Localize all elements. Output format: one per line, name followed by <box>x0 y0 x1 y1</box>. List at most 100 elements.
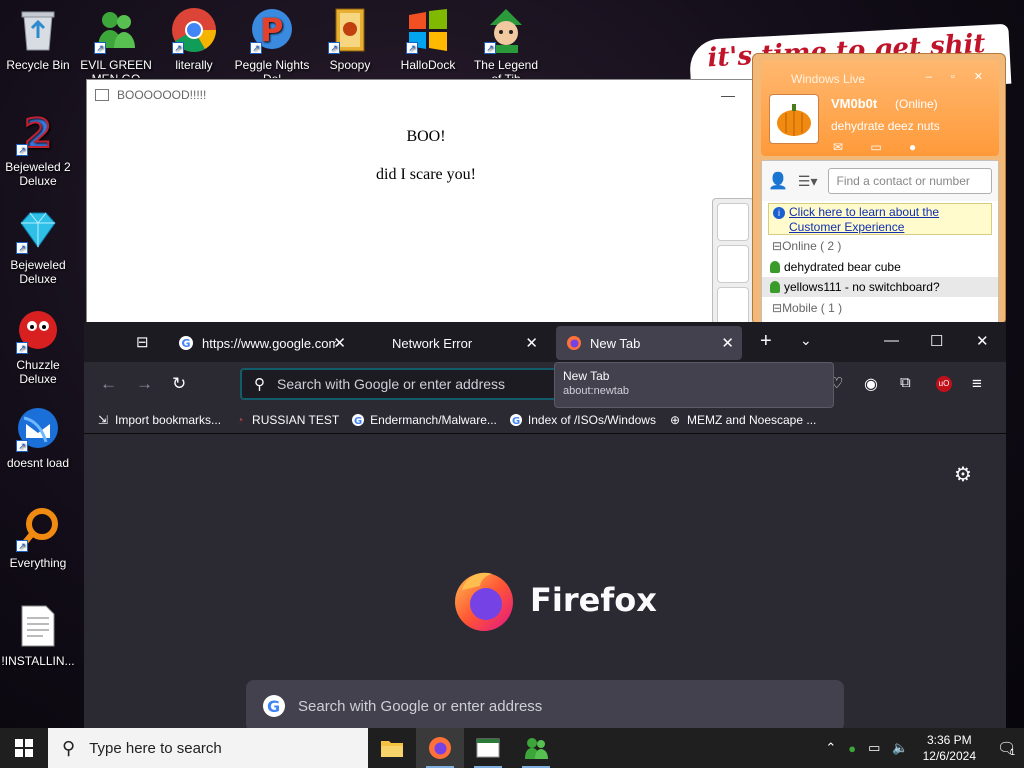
status-badge[interactable]: (Online) <box>895 97 938 111</box>
firefox-window[interactable]: ⊟ G https://www.google.com ✕ Network Err… <box>84 322 1006 728</box>
messenger-window[interactable]: Windows Live – ▫ ✕ VM0b0t (Online) dehyd… <box>752 53 1006 325</box>
bookmark-item[interactable]: ◔ RUSSIAN TEST <box>233 413 339 427</box>
tooltip-title: New Tab <box>563 369 610 383</box>
desktop-icon-legend[interactable]: ↗ The Legend of Tib <box>468 6 544 78</box>
notification-center-button[interactable]: 🗨 1 <box>988 739 1024 757</box>
boo-window-titlebar[interactable]: BOOOOOOD!!!!! — <box>87 80 765 110</box>
desktop-icon-peggle[interactable]: P ↗ Peggle Nights Del <box>234 6 310 78</box>
desktop-icon-bejeweled-2[interactable]: 2 ↗ Bejeweled 2 Deluxe <box>0 108 76 188</box>
desktop-icon-hallodock[interactable]: ↗ HalloDock <box>390 6 466 72</box>
shortcut-arrow-icon: ↗ <box>250 42 262 54</box>
taskbar-file-explorer[interactable] <box>368 728 416 768</box>
messenger-tray-icon[interactable]: ● <box>848 741 856 756</box>
messenger-window-controls[interactable]: – ▫ ✕ <box>926 70 991 83</box>
boo-window[interactable]: BOOOOOOD!!!!! — BOO! did I scare you! <box>86 79 766 329</box>
legend-character-icon: ↗ <box>482 6 530 54</box>
maximize-button[interactable]: ☐ <box>930 332 943 350</box>
find-contact-input[interactable]: Find a contact or number <box>827 168 992 194</box>
bookmark-item[interactable]: ⊕ MEMZ and Noescape ... <box>668 413 816 427</box>
messenger-people-icon: ↗ <box>92 6 140 54</box>
customer-experience-link[interactable]: i Click here to learn about the Customer… <box>768 203 992 235</box>
tab-network-error[interactable]: Network Error ✕ <box>360 326 546 360</box>
minimize-button[interactable]: — <box>721 87 735 103</box>
shortcut-arrow-icon: ↗ <box>406 42 418 54</box>
window-app-icon <box>476 738 500 758</box>
google-icon: G <box>351 413 365 427</box>
desktop-icon-label: !INSTALLIN... <box>1 654 75 668</box>
newtab-search-box[interactable]: G <box>246 680 844 728</box>
chuzzle-icon: ↗ <box>14 306 62 354</box>
bookmark-item[interactable]: ⇲ Import bookmarks... <box>96 413 221 427</box>
tab-title: Network Error <box>392 335 473 351</box>
desktop-icon-installing[interactable]: !INSTALLIN... <box>0 602 76 668</box>
firefox-icon <box>455 572 513 631</box>
tab-groups-icon[interactable]: ⊟ <box>136 333 149 351</box>
account-icon[interactable]: ◉ <box>864 374 878 394</box>
clock[interactable]: 3:36 PM 12/6/2024 <box>923 732 976 764</box>
start-button[interactable] <box>0 728 48 768</box>
reload-button[interactable]: ↻ <box>172 374 186 394</box>
sidebar-contact-icon[interactable] <box>717 203 749 241</box>
desktop-icon-chuzzle[interactable]: ↗ Chuzzle Deluxe <box>0 306 76 386</box>
everything-search-icon: ↗ <box>14 504 62 552</box>
taskbar-search[interactable]: ⚲ Type here to search <box>48 728 368 768</box>
menu-icon[interactable]: ≡ <box>972 374 982 394</box>
taskbar-firefox[interactable] <box>416 728 464 768</box>
forward-button[interactable]: → <box>136 374 153 394</box>
ublock-origin-icon[interactable]: uO <box>936 376 952 392</box>
list-options-icon[interactable]: ☰▾ <box>798 173 818 190</box>
tab-title: https://www.google.com <box>202 335 336 351</box>
desktop-icon-label: Bejeweled 2 Deluxe <box>5 160 71 188</box>
bookmark-item[interactable]: G Endermanch/Malware... <box>351 413 497 427</box>
network-icon[interactable]: ▭ <box>868 740 880 756</box>
desktop-icon-label: HalloDock <box>400 58 456 72</box>
close-tab-icon[interactable]: ✕ <box>525 334 538 352</box>
shortcut-arrow-icon: ↗ <box>484 42 496 54</box>
desktop-icon-doesnt-load[interactable]: ↗ doesnt load <box>0 404 76 470</box>
volume-icon[interactable]: 🔈 <box>892 740 908 756</box>
firefox-icon <box>566 335 582 351</box>
minimize-button[interactable]: — <box>884 332 899 349</box>
messenger-toolbar-icons[interactable]: ✉ ▭ ● <box>833 140 928 154</box>
svg-text:G: G <box>354 416 362 427</box>
close-tab-icon[interactable]: ✕ <box>721 334 734 352</box>
back-button[interactable]: ← <box>100 374 117 394</box>
group-header-online[interactable]: ⊟Online ( 2 ) <box>762 235 998 257</box>
tab-new-tab[interactable]: New Tab ✕ <box>556 326 742 360</box>
list-item[interactable]: yellows111 - no switchboard? <box>762 277 998 297</box>
shortcut-arrow-icon: ↗ <box>16 440 28 452</box>
sidebar-bell-icon[interactable] <box>717 245 749 283</box>
extensions-icon[interactable]: ⧉ <box>900 374 911 391</box>
desktop-icon-literally[interactable]: ↗ literally <box>156 6 232 78</box>
sidebar-extra-icon[interactable] <box>717 287 749 325</box>
tab-list-chevron-icon[interactable]: ⌄ <box>800 332 812 349</box>
messenger-display-name[interactable]: VM0b0t <box>831 96 877 111</box>
desktop-icon-recycle-bin[interactable]: Recycle Bin <box>0 6 76 72</box>
online-buddy-icon <box>770 261 780 273</box>
thunderbird-icon: ↗ <box>14 404 62 452</box>
taskbar-boo-app[interactable] <box>464 728 512 768</box>
taskbar-messenger[interactable] <box>512 728 560 768</box>
tab-google[interactable]: G https://www.google.com ✕ <box>168 326 354 360</box>
desktop-icon-everything[interactable]: ↗ Everything <box>0 504 76 570</box>
list-item[interactable]: dehydrated bear cube <box>762 257 998 277</box>
desktop-icon-evil-green-men[interactable]: ↗ EVIL GREEN MEN GO <box>78 6 154 78</box>
bookmark-item[interactable]: G Index of /ISOs/Windows <box>509 413 656 427</box>
newtab-search-input[interactable] <box>298 697 798 715</box>
group-header-mobile[interactable]: ⊟Mobile ( 1 ) <box>762 297 998 319</box>
clock-time: 3:36 PM <box>926 733 972 747</box>
close-window-button[interactable]: ✕ <box>976 332 989 350</box>
window-app-icon <box>95 89 109 101</box>
desktop-icon-bejeweled[interactable]: ↗ Bejeweled Deluxe <box>0 206 76 286</box>
shortcut-arrow-icon: ↗ <box>16 144 28 156</box>
new-tab-button[interactable]: + <box>760 330 772 353</box>
close-tab-icon[interactable]: ✕ <box>333 334 346 352</box>
chevron-up-icon[interactable]: ⌃ <box>825 740 836 756</box>
personal-message[interactable]: dehydrate deez nuts <box>831 119 940 133</box>
google-icon: G <box>178 335 194 351</box>
boo-message: did I scare you! <box>376 166 476 183</box>
desktop-icon-spoopy[interactable]: ↗ Spoopy <box>312 6 388 72</box>
avatar[interactable] <box>769 94 819 144</box>
settings-gear-icon[interactable]: ⚙ <box>954 462 972 487</box>
add-contact-icon[interactable]: 👤 <box>768 171 788 191</box>
